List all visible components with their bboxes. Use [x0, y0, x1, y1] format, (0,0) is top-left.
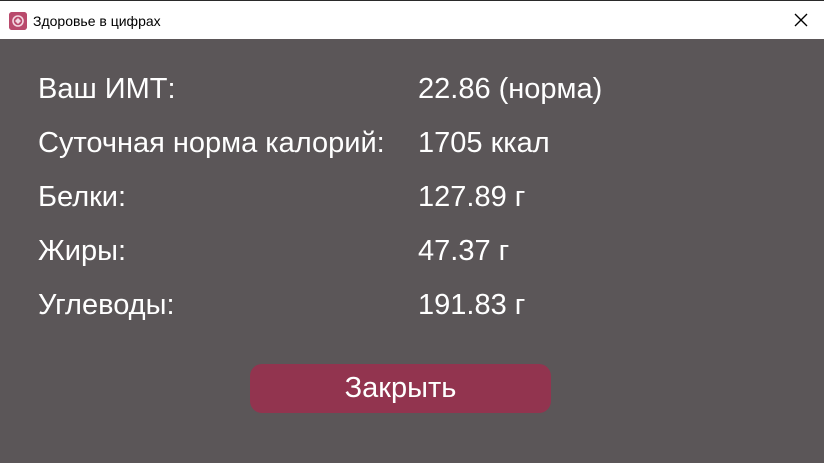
carbs-label: Углеводы: [38, 289, 175, 321]
bmi-label: Ваш ИМТ: [38, 73, 176, 105]
result-row-protein: Белки: 127.89 г [38, 177, 798, 217]
protein-label: Белки: [38, 181, 127, 213]
calories-label: Суточная норма калорий: [38, 127, 385, 159]
results-panel: Ваш ИМТ: 22.86 (норма) Суточная норма ка… [0, 39, 824, 463]
protein-value: 127.89 г [418, 181, 526, 213]
calories-value: 1705 ккал [418, 127, 550, 159]
window-close-button[interactable] [778, 1, 824, 39]
result-row-fat: Жиры: 47.37 г [38, 231, 798, 271]
results-window: Здоровье в цифрах Ваш ИМТ: 22.86 (норма)… [0, 0, 824, 463]
result-row-bmi: Ваш ИМТ: 22.86 (норма) [38, 69, 798, 109]
window-title: Здоровье в цифрах [33, 13, 161, 29]
title-bar: Здоровье в цифрах [0, 0, 824, 39]
fat-label: Жиры: [38, 235, 127, 267]
result-row-calories: Суточная норма калорий: 1705 ккал [38, 123, 798, 163]
fat-value: 47.37 г [418, 235, 510, 267]
close-icon [794, 13, 808, 27]
carbs-value: 191.83 г [418, 289, 526, 321]
result-row-carbs: Углеводы: 191.83 г [38, 285, 798, 325]
bmi-value: 22.86 (норма) [418, 73, 603, 105]
app-logo-icon [9, 12, 27, 30]
close-button[interactable]: Закрыть [250, 364, 551, 413]
